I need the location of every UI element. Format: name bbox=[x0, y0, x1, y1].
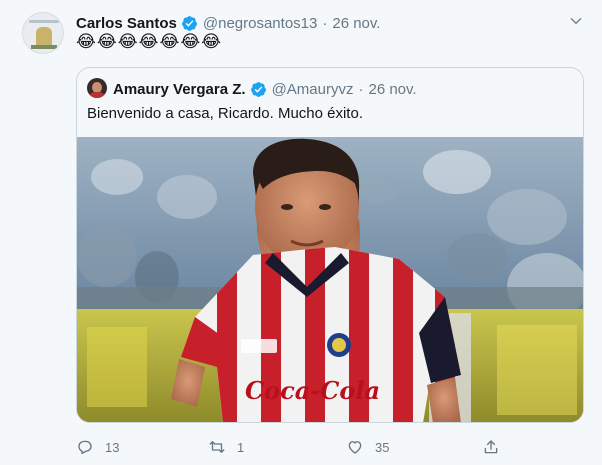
verified-badge-icon bbox=[250, 81, 266, 97]
quoted-author-avatar[interactable] bbox=[87, 78, 107, 98]
quoted-tweet[interactable]: Amaury Vergara Z. @Amauryvz · 26 nov. Bi… bbox=[76, 67, 584, 423]
retweet-button[interactable]: 1 bbox=[208, 438, 244, 456]
author-name[interactable]: Carlos Santos bbox=[76, 15, 177, 32]
like-icon bbox=[348, 441, 362, 454]
separator: · bbox=[358, 80, 364, 98]
tweet-text: 😂😂😂😂😂😂😂 bbox=[76, 32, 223, 51]
footballer-photo: Coca-Cola bbox=[77, 137, 583, 422]
quoted-author-name[interactable]: Amaury Vergara Z. bbox=[113, 81, 246, 98]
like-button[interactable]: 35 bbox=[346, 438, 389, 456]
tweet-actions: 13 1 35 bbox=[76, 438, 506, 458]
author-avatar[interactable] bbox=[22, 12, 64, 54]
quoted-tweet-text: Bienvenido a casa, Ricardo. Mucho éxito. bbox=[87, 105, 363, 122]
quoted-tweet-header: Amaury Vergara Z. @Amauryvz · 26 nov. bbox=[113, 79, 417, 99]
tweet-header: Carlos Santos @negrosantos13 · 26 nov. bbox=[76, 13, 380, 33]
shirt-sponsor: Coca-Cola bbox=[245, 376, 380, 405]
like-count: 35 bbox=[375, 439, 390, 455]
reply-button[interactable]: 13 bbox=[76, 438, 119, 456]
retweet-count: 1 bbox=[237, 439, 245, 455]
reply-count: 13 bbox=[105, 439, 120, 455]
verified-badge-icon bbox=[181, 15, 197, 31]
share-icon bbox=[484, 440, 498, 454]
quoted-author-handle[interactable]: @Amauryvz bbox=[272, 81, 354, 98]
separator: · bbox=[322, 14, 328, 32]
chevron-down-icon[interactable] bbox=[569, 14, 583, 28]
author-handle[interactable]: @negrosantos13 bbox=[203, 15, 317, 32]
tweet-date[interactable]: 26 nov. bbox=[332, 15, 380, 32]
quoted-tweet-date[interactable]: 26 nov. bbox=[368, 81, 416, 98]
retweet-icon bbox=[209, 441, 225, 453]
quoted-tweet-photo[interactable]: Coca-Cola bbox=[77, 137, 583, 422]
reply-icon bbox=[78, 440, 92, 455]
tweet[interactable]: Carlos Santos @negrosantos13 · 26 nov. 😂… bbox=[0, 0, 602, 465]
share-button[interactable] bbox=[482, 438, 500, 456]
